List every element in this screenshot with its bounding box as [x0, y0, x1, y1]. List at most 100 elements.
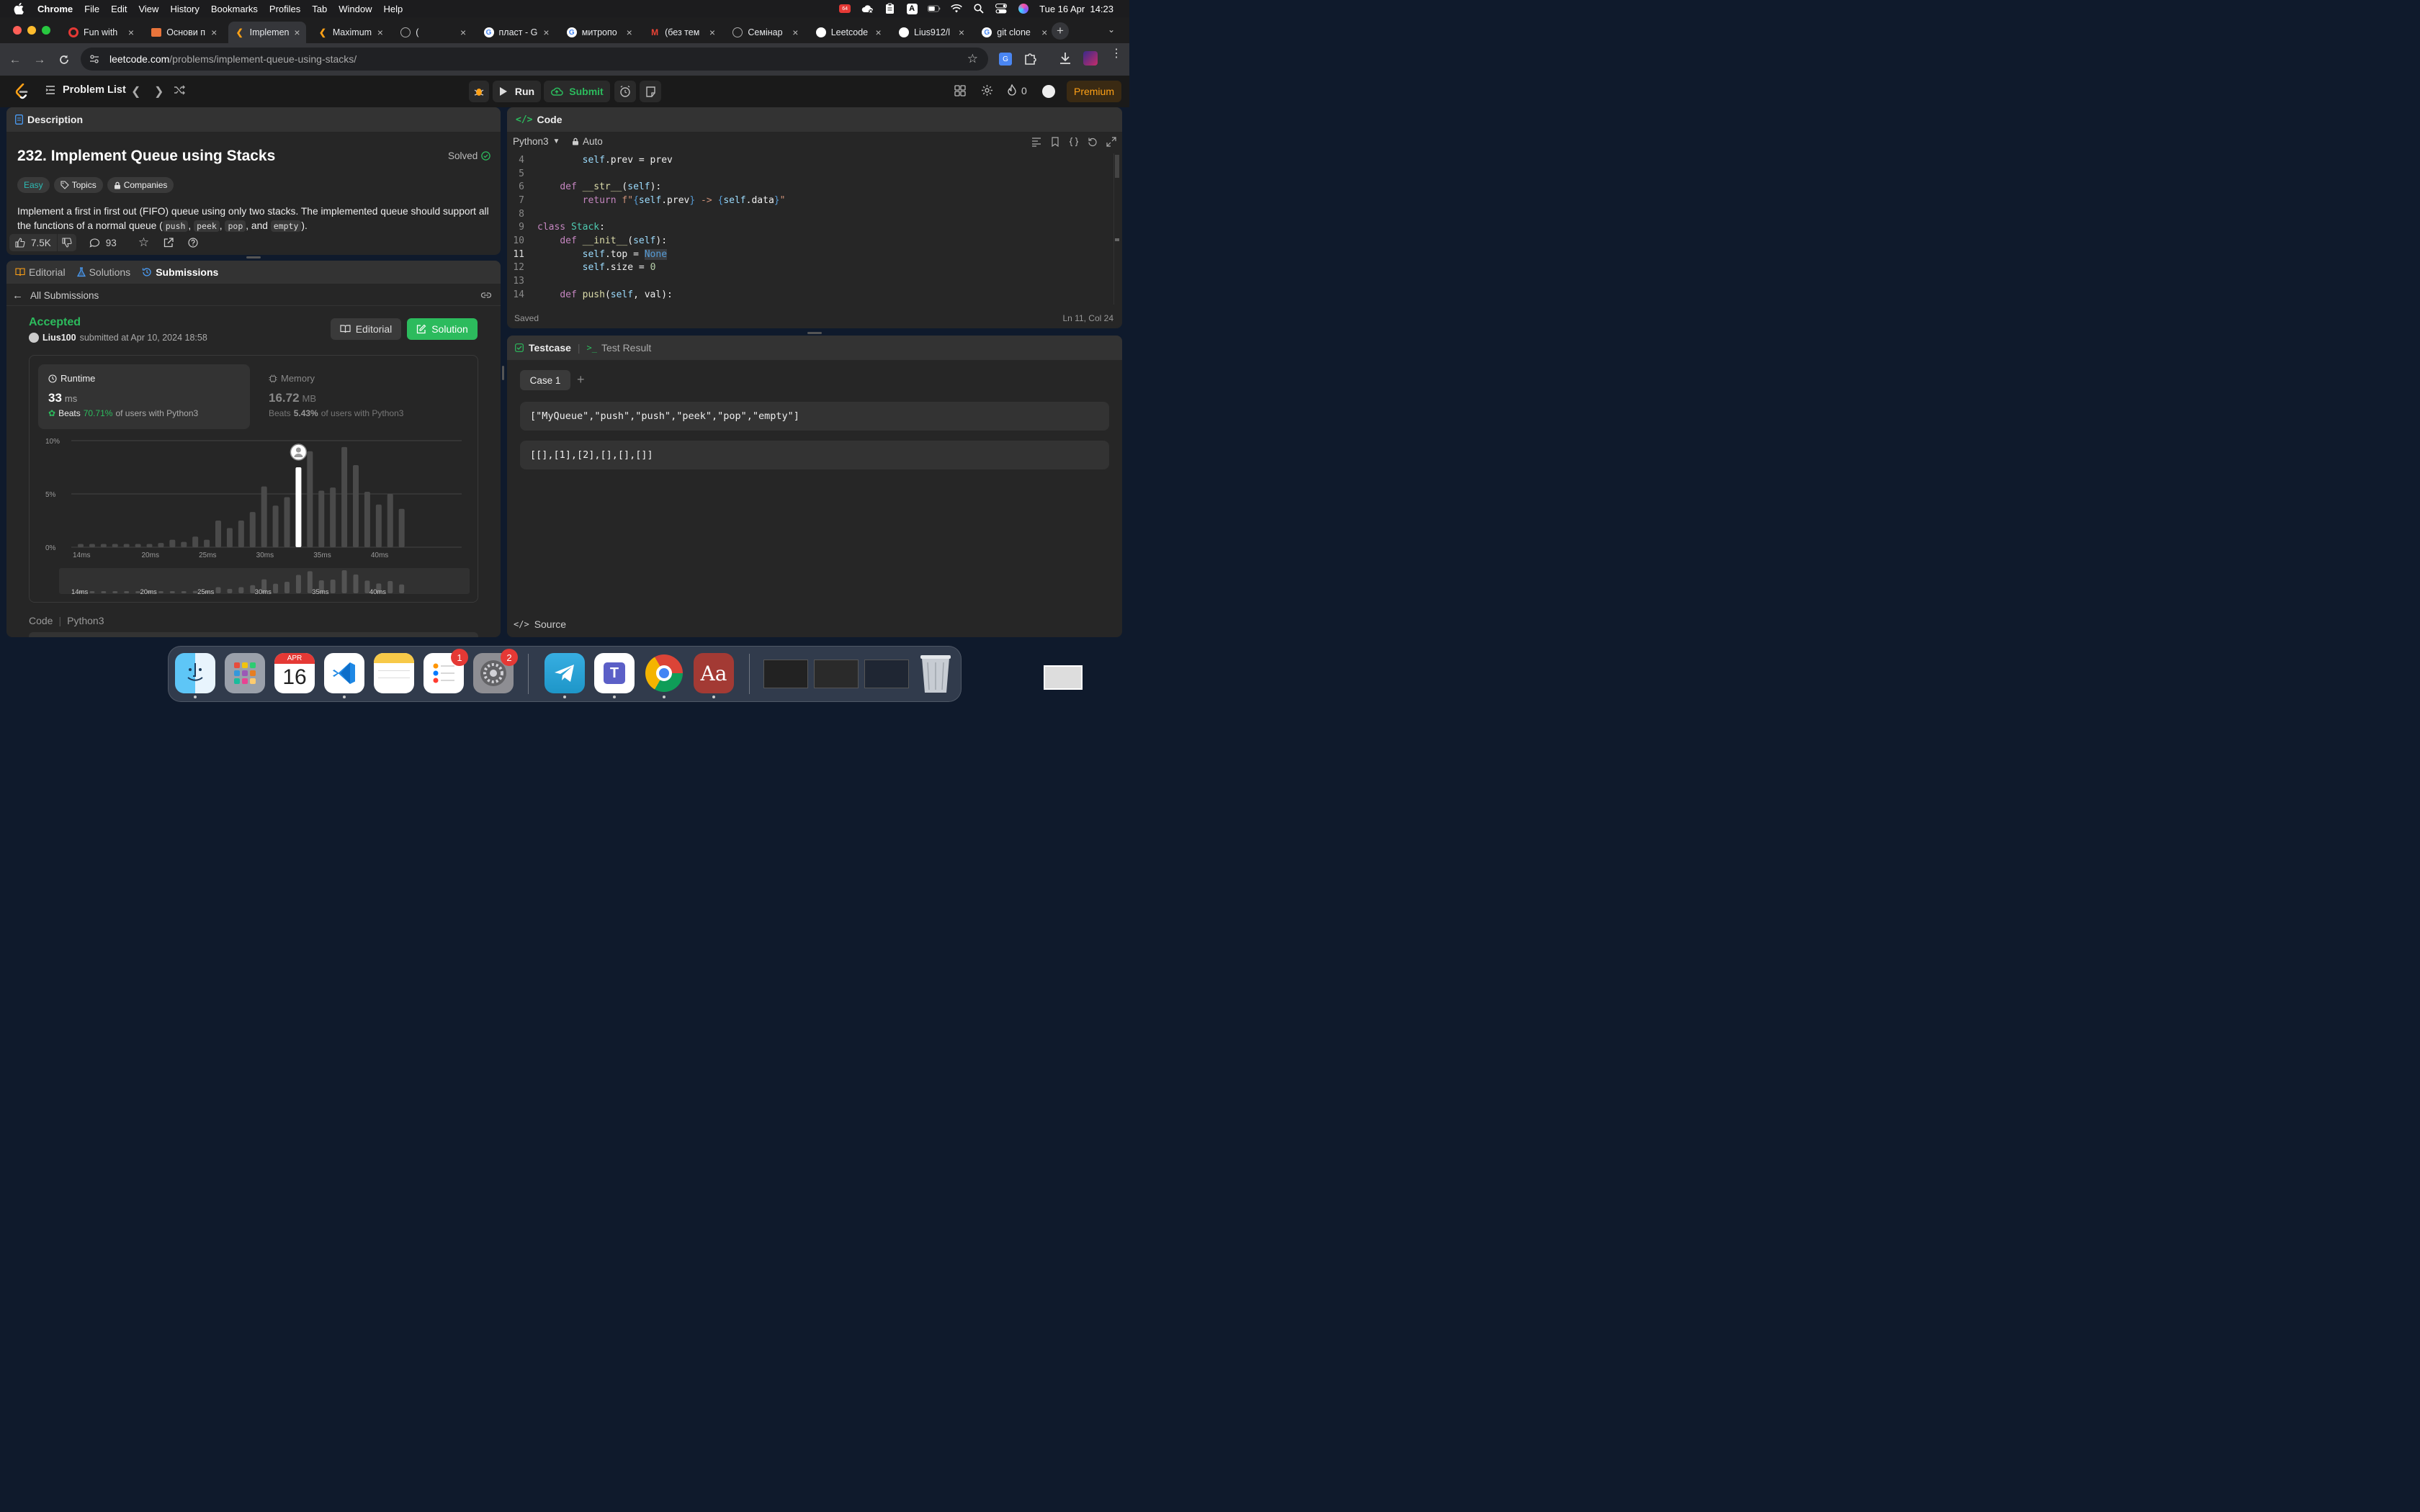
- chrome-icon[interactable]: [644, 653, 684, 698]
- panel-resize-handle[interactable]: [246, 256, 261, 258]
- back-arrow-icon[interactable]: ←: [3, 48, 27, 72]
- menu-bookmarks[interactable]: Bookmarks: [205, 4, 264, 14]
- menu-app-name[interactable]: Chrome: [37, 4, 79, 14]
- close-tab-icon[interactable]: ×: [460, 27, 466, 38]
- status-app-icon[interactable]: 64: [838, 3, 851, 14]
- browser-tab[interactable]: Ggit clone ×: [975, 22, 1053, 43]
- auto-mode[interactable]: Auto: [572, 136, 603, 147]
- code-editor[interactable]: 4 self.prev = prev 5 6 def __str__(self)…: [507, 153, 1111, 306]
- solution-button[interactable]: Solution: [407, 318, 478, 340]
- problem-list-button[interactable]: Problem List: [45, 84, 126, 96]
- browser-tab[interactable]: Lius912/l ×: [892, 22, 970, 43]
- submitter-name[interactable]: Lius100: [42, 333, 76, 343]
- runtime-card[interactable]: Runtime 33 ms ✿ Beats 70.71% of users wi…: [38, 364, 250, 429]
- close-tab-icon[interactable]: ×: [211, 27, 217, 38]
- all-submissions-link[interactable]: ← All Submissions: [12, 289, 99, 302]
- tab-search-icon[interactable]: ⌄: [1108, 24, 1115, 35]
- next-problem-chevron-icon[interactable]: ❯: [154, 84, 163, 99]
- close-tab-icon[interactable]: ×: [377, 27, 383, 38]
- tab-test-result[interactable]: >_ Test Result: [587, 342, 652, 354]
- telegram-icon[interactable]: [544, 653, 585, 698]
- prev-problem-chevron-icon[interactable]: ❮: [131, 84, 140, 99]
- browser-tab[interactable]: Gпласт - G ×: [478, 22, 555, 43]
- browser-tab[interactable]: M (без тем ×: [643, 22, 721, 43]
- battery-icon[interactable]: [928, 3, 941, 14]
- description-tab[interactable]: Description: [27, 114, 83, 125]
- desktop-screenshot-thumbnail[interactable]: [1044, 665, 1083, 690]
- apple-icon[interactable]: [0, 3, 37, 14]
- code-tab[interactable]: Code: [537, 114, 562, 125]
- menu-tab[interactable]: Tab: [306, 4, 333, 14]
- reset-icon[interactable]: [1088, 137, 1098, 147]
- vscode-icon[interactable]: [324, 653, 364, 698]
- tab-submissions[interactable]: Submissions: [142, 266, 218, 278]
- debug-button[interactable]: [469, 81, 489, 102]
- minimized-window-1[interactable]: [763, 660, 808, 688]
- timer-button[interactable]: [614, 81, 636, 102]
- companies-button[interactable]: Companies: [107, 177, 174, 193]
- menu-view[interactable]: View: [133, 4, 164, 14]
- menu-file[interactable]: File: [79, 4, 105, 14]
- favorite-star-icon[interactable]: ☆: [138, 235, 149, 250]
- close-tab-icon[interactable]: ×: [959, 27, 964, 38]
- layout-grid-icon[interactable]: [954, 85, 966, 96]
- browser-tab[interactable]: Gмитропо ×: [560, 22, 638, 43]
- notes-app-icon[interactable]: [374, 653, 414, 693]
- trash-icon[interactable]: [918, 651, 954, 694]
- share-icon[interactable]: [163, 238, 174, 248]
- download-icon[interactable]: [1059, 52, 1071, 65]
- close-tab-icon[interactable]: ×: [1041, 27, 1047, 38]
- menu-help[interactable]: Help: [378, 4, 409, 14]
- copy-link-icon[interactable]: [480, 291, 492, 300]
- expand-icon[interactable]: [1106, 137, 1116, 147]
- close-tab-icon[interactable]: ×: [792, 27, 798, 38]
- launchpad-icon[interactable]: [225, 653, 265, 693]
- browser-tab[interactable]: Leetcode ×: [810, 22, 887, 43]
- help-icon[interactable]: [188, 238, 198, 248]
- bookmark-icon[interactable]: [1050, 137, 1060, 147]
- extensions-icon[interactable]: [1024, 52, 1036, 65]
- editor-scrollbar[interactable]: [1113, 153, 1119, 305]
- topics-button[interactable]: Topics: [53, 177, 103, 193]
- user-avatar[interactable]: [1042, 85, 1055, 98]
- minimized-window-3[interactable]: [864, 660, 909, 688]
- tab-editorial[interactable]: Editorial: [15, 266, 66, 278]
- calendar-icon[interactable]: APR 16: [274, 653, 315, 693]
- format-icon[interactable]: [1031, 137, 1041, 147]
- finder-icon[interactable]: [175, 653, 215, 698]
- chrome-menu-icon[interactable]: ⋮: [1111, 48, 1122, 60]
- translate-icon[interactable]: G: [999, 53, 1012, 66]
- control-center-icon[interactable]: [995, 3, 1008, 14]
- braces-icon[interactable]: [1069, 137, 1079, 147]
- comments-button[interactable]: 93: [89, 238, 117, 248]
- profile-avatar[interactable]: [1083, 51, 1098, 66]
- tab-testcase[interactable]: Testcase: [515, 342, 571, 354]
- minimized-window-2[interactable]: [814, 660, 859, 688]
- source-button[interactable]: </> Source: [514, 618, 566, 630]
- settings-gear-icon[interactable]: [981, 84, 993, 96]
- editorial-button[interactable]: Editorial: [331, 318, 401, 340]
- close-tab-icon[interactable]: ×: [876, 27, 882, 38]
- testcase-input-2[interactable]: [[],[1],[2],[],[],[]]: [520, 441, 1109, 469]
- dictionary-icon[interactable]: Aa: [694, 653, 734, 698]
- minimize-window-button[interactable]: [27, 26, 36, 35]
- premium-button[interactable]: Premium: [1067, 81, 1121, 102]
- streak-counter[interactable]: 0: [1007, 84, 1027, 96]
- close-window-button[interactable]: [13, 26, 22, 35]
- close-tab-icon[interactable]: ×: [627, 27, 632, 38]
- input-source-icon[interactable]: A: [905, 3, 918, 14]
- reload-icon[interactable]: [52, 48, 76, 72]
- close-tab-icon[interactable]: ×: [543, 27, 549, 38]
- forward-arrow-icon[interactable]: →: [27, 48, 52, 72]
- like-button[interactable]: 7.5K: [9, 234, 57, 251]
- spotlight-icon[interactable]: [972, 3, 985, 14]
- menu-edit[interactable]: Edit: [105, 4, 133, 14]
- notes-button[interactable]: [640, 81, 661, 102]
- tab-solutions[interactable]: Solutions: [76, 266, 130, 278]
- browser-tab[interactable]: (×: [394, 22, 472, 43]
- browser-tab[interactable]: ❮ Implemen ×: [228, 22, 306, 43]
- browser-tab[interactable]: Основи п ×: [145, 22, 223, 43]
- browser-tab[interactable]: ❮ Maximum ×: [311, 22, 389, 43]
- site-info-icon[interactable]: [89, 54, 99, 64]
- teams-icon[interactable]: T: [594, 653, 635, 698]
